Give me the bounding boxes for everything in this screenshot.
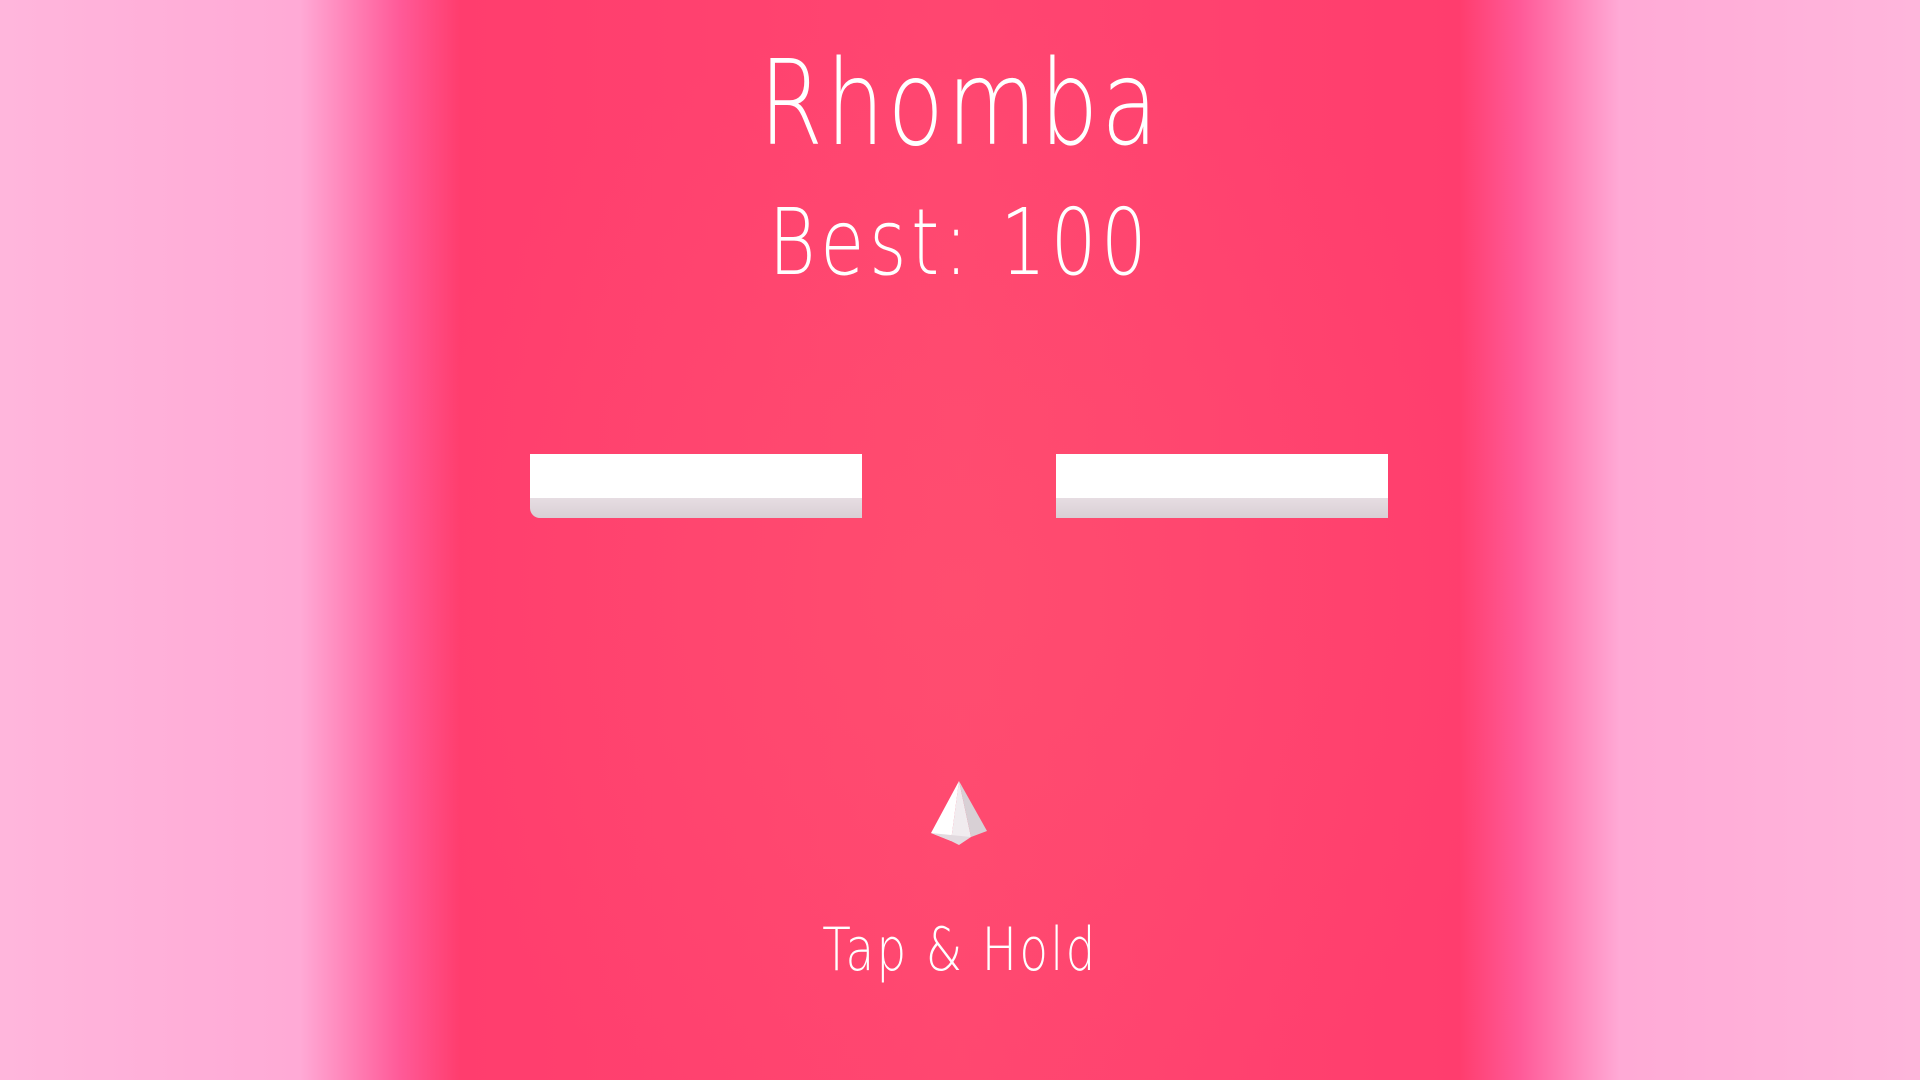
obstacle-bar-side-face [530, 498, 862, 518]
obstacle-bar-side-face [1056, 498, 1388, 518]
game-title: Rhomba [759, 34, 1161, 172]
obstacle-bar-left [530, 454, 862, 518]
tap-hold-prompt[interactable]: Tap & Hold [211, 912, 1709, 988]
obstacle-bar-right [1056, 454, 1388, 518]
best-score-label: Best: [768, 189, 973, 296]
player-pyramid[interactable] [931, 781, 987, 845]
pyramid-icon [931, 781, 987, 845]
best-score: Best: 100 [211, 188, 1709, 298]
obstacle-bar-top-face [530, 454, 862, 498]
obstacle-bar-top-face [1056, 454, 1388, 498]
best-score-value: 100 [1000, 189, 1152, 296]
